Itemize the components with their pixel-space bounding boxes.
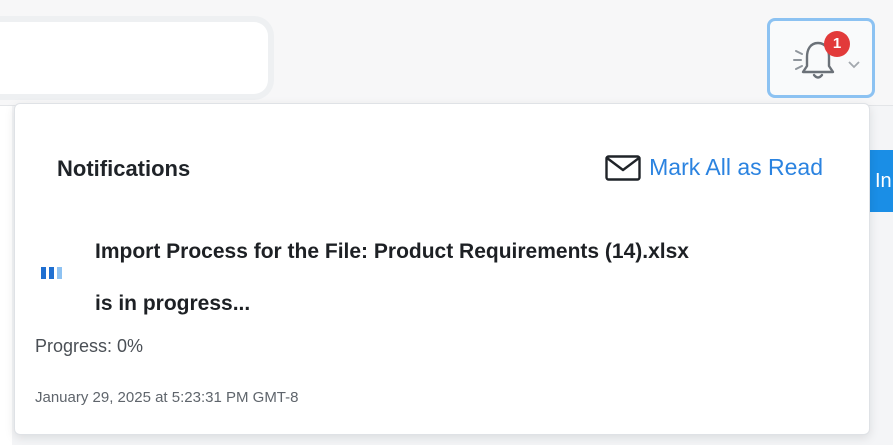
chevron-down-icon (848, 61, 860, 69)
envelope-icon (605, 154, 641, 181)
notifications-button[interactable]: 1 (767, 18, 875, 98)
mark-all-read-button[interactable]: Mark All as Read (605, 154, 823, 181)
notifications-panel: Notifications Mark All as Read Import Pr… (14, 103, 870, 435)
notification-message-line2: is in progress... (95, 292, 251, 315)
notification-message-line1: Import Process for the File: Product Req… (95, 240, 689, 263)
notification-message: Import Process for the File: Product Req… (95, 226, 855, 330)
top-header: 1 (0, 0, 893, 106)
mark-all-read-label: Mark All as Read (649, 154, 823, 180)
panel-title: Notifications (57, 156, 191, 181)
app-stage: 1 In Notifications Mark All as Read Impo… (0, 0, 893, 445)
notification-count-badge: 1 (824, 31, 850, 57)
background-left-rail (0, 106, 12, 445)
progress-bars-icon (41, 267, 62, 279)
notification-timestamp: January 29, 2025 at 5:23:31 PM GMT-8 (35, 389, 299, 406)
search-input[interactable] (0, 22, 268, 94)
background-blue-tab: In (870, 150, 893, 212)
progress-text: Progress: 0% (35, 336, 144, 356)
